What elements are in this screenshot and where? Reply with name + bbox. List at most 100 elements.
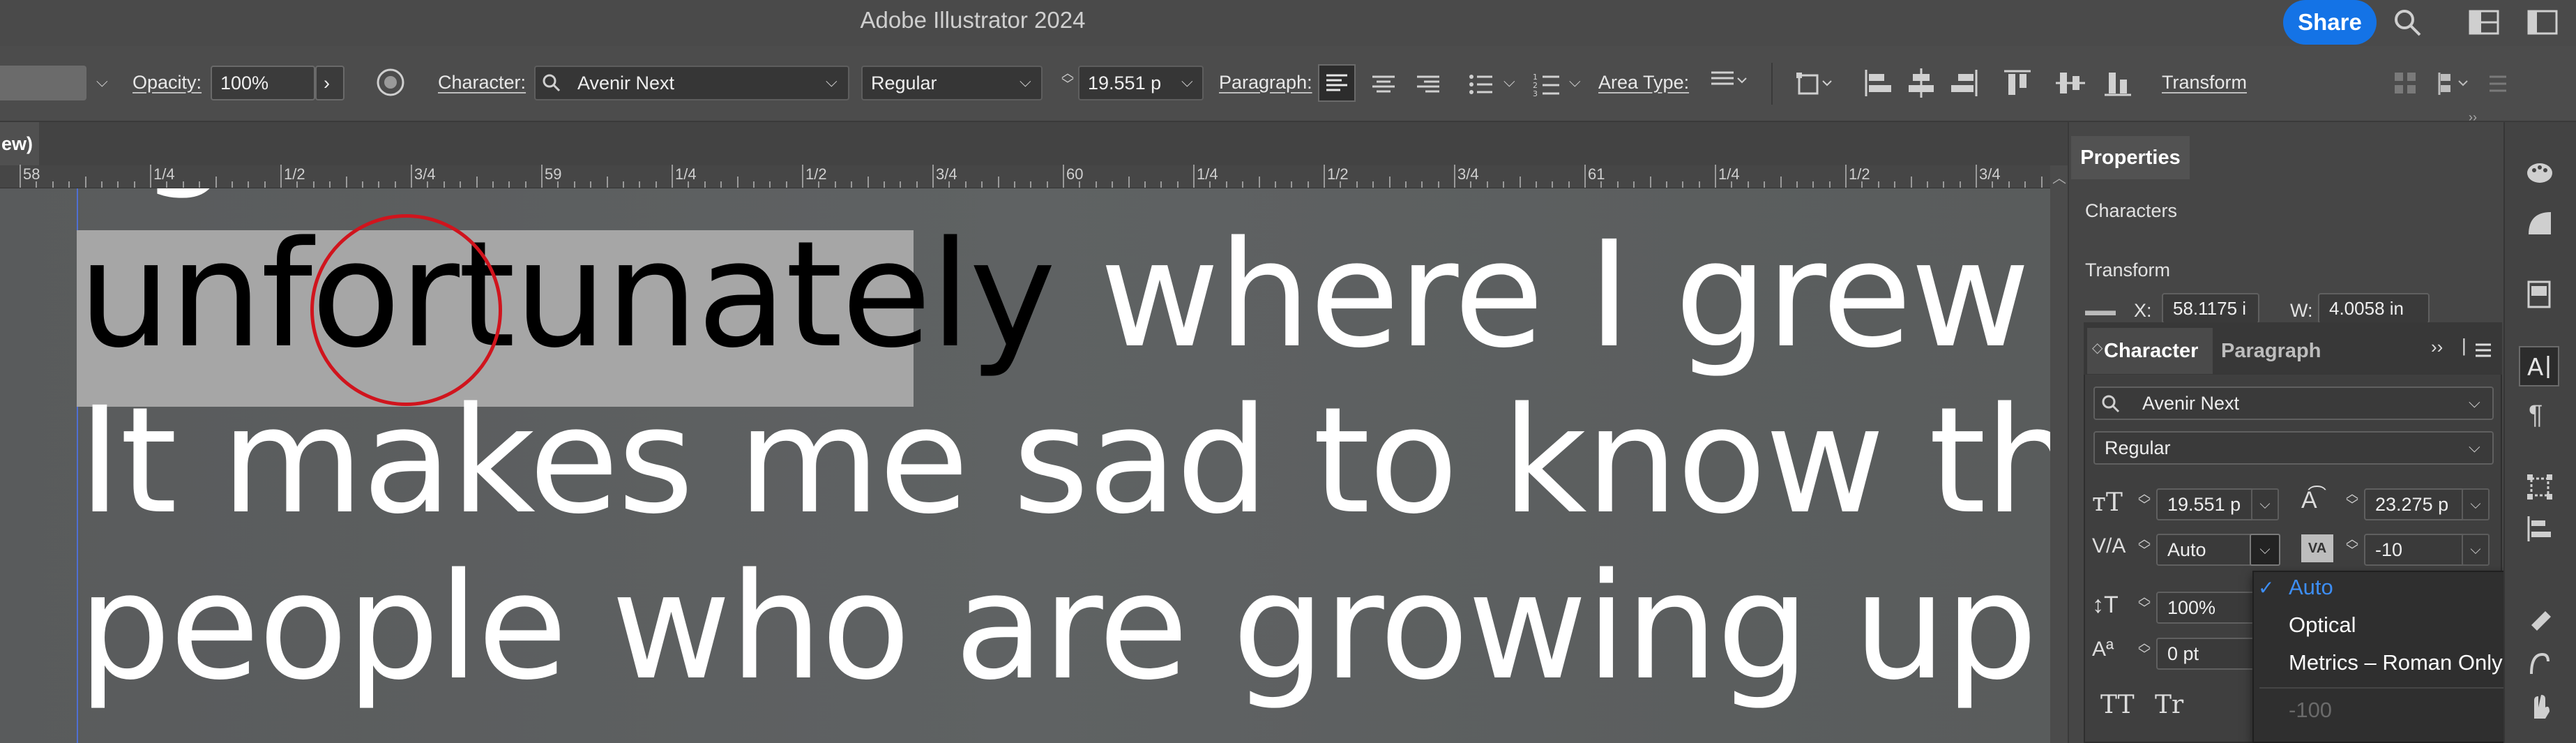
align-panel-icon[interactable] bbox=[2524, 513, 2555, 544]
leading-stepper[interactable]: ︿ ﹀ bbox=[2343, 488, 2361, 511]
text-line-partial[interactable]: g bbox=[139, 188, 232, 202]
vertical-scrollbar[interactable]: ︿ bbox=[2050, 165, 2068, 743]
kerning-option-optical[interactable]: Optical bbox=[2289, 613, 2356, 638]
paragraph-icon[interactable]: ¶ bbox=[2529, 400, 2543, 430]
font-size-stepper[interactable]: ︿ ﹀ bbox=[1059, 67, 1077, 91]
transform-object-icon[interactable] bbox=[1794, 67, 1835, 100]
panel-menu-icon[interactable] bbox=[2473, 340, 2494, 361]
tab-character[interactable]: Character bbox=[2087, 328, 2213, 374]
opacity-arrow-button[interactable]: › bbox=[315, 66, 344, 100]
color-palette-icon[interactable] bbox=[2524, 158, 2555, 188]
recolor-icon[interactable] bbox=[375, 67, 406, 98]
workspace-layout-icon[interactable] bbox=[2469, 10, 2499, 35]
w-field[interactable]: 4.0058 in bbox=[2318, 293, 2430, 324]
leading-field[interactable]: 23.275 p bbox=[2364, 488, 2469, 520]
x-field[interactable]: 58.1175 i bbox=[2162, 293, 2259, 324]
bullets-icon[interactable] bbox=[1464, 67, 1499, 102]
panel-font-family-field[interactable]: Avenir Next bbox=[2093, 386, 2494, 420]
area-type-label[interactable]: Area Type: bbox=[1598, 72, 1689, 93]
align-horizontal-centers-icon[interactable] bbox=[1904, 66, 1939, 100]
kerning-dropdown[interactable]: ⌵ bbox=[2250, 534, 2280, 566]
ruler-major-tick bbox=[1976, 165, 1977, 188]
align-top-edges-icon[interactable] bbox=[2000, 66, 2035, 100]
document-tab[interactable]: ew) bbox=[0, 122, 39, 165]
align-left-edges-icon[interactable] bbox=[1861, 66, 1895, 100]
chevron-down-icon[interactable]: ⌵ bbox=[1569, 73, 1581, 91]
hand-icon[interactable] bbox=[2524, 691, 2555, 721]
artboard-canvas[interactable]: g unfortunately where I grew up. It make… bbox=[0, 188, 2050, 743]
text-line-1-rest[interactable]: where I grew up. bbox=[1054, 209, 2050, 380]
collapse-panel-icon[interactable]: ›› bbox=[2469, 110, 2477, 125]
align-bottom-edges-icon[interactable] bbox=[2100, 66, 2135, 100]
ruler-minor-tick bbox=[1128, 177, 1130, 188]
tab-properties[interactable]: Properties bbox=[2071, 136, 2190, 179]
align-right-icon[interactable] bbox=[1411, 67, 1446, 102]
chevron-down-icon[interactable]: ⌵ bbox=[2469, 438, 2480, 456]
ruler-label: 3/4 bbox=[414, 165, 436, 183]
align-right-edges-icon[interactable] bbox=[1947, 66, 1982, 100]
chevron-down-icon[interactable]: ⌵ bbox=[1503, 73, 1515, 91]
tab-paragraph[interactable]: Paragraph bbox=[2221, 328, 2333, 374]
ruler-major-tick bbox=[280, 165, 282, 188]
paragraph-label[interactable]: Paragraph: bbox=[1219, 72, 1312, 93]
ruler-minor-tick bbox=[1812, 181, 1814, 188]
opacity-field[interactable]: 100% bbox=[211, 66, 315, 100]
scroll-up-icon[interactable]: ︿ bbox=[2052, 167, 2066, 187]
kerning-option-auto[interactable]: Auto bbox=[2289, 575, 2333, 600]
transform-icon[interactable] bbox=[2524, 472, 2555, 502]
baseline-shift-stepper[interactable]: ︿ ﹀ bbox=[2135, 637, 2153, 661]
chevron-down-icon[interactable]: ⌵ bbox=[826, 73, 838, 91]
vertical-scale-stepper[interactable]: ︿ ﹀ bbox=[2135, 591, 2153, 615]
character-label[interactable]: Character: bbox=[438, 72, 526, 93]
baseline-shift-field[interactable]: 0 pt bbox=[2156, 638, 2261, 670]
chevron-down-icon[interactable]: ⌵ bbox=[96, 73, 108, 91]
gradient-icon[interactable] bbox=[2524, 208, 2555, 239]
chevron-down-icon[interactable]: ⌵ bbox=[1181, 73, 1193, 91]
chevron-down-icon[interactable]: ⌵ bbox=[1020, 73, 1031, 91]
stroke-swatch[interactable] bbox=[0, 66, 86, 100]
numbered-list-icon[interactable]: 123 bbox=[1530, 67, 1565, 102]
tracking-stepper[interactable]: ︿ ﹀ bbox=[2343, 533, 2361, 557]
vertical-scale-field[interactable]: 100% bbox=[2156, 592, 2261, 624]
font-size-stepper[interactable]: ︿ ﹀ bbox=[2135, 488, 2153, 511]
expand-panel-icon[interactable]: ›› bbox=[2431, 336, 2443, 358]
brush-icon[interactable] bbox=[2524, 607, 2555, 638]
symbols-icon[interactable] bbox=[2524, 649, 2555, 680]
kerning-option-minus-100[interactable]: -100 bbox=[2289, 698, 2332, 723]
align-left-button[interactable] bbox=[1318, 64, 1356, 102]
area-type-options-icon[interactable] bbox=[1709, 67, 1750, 95]
characters-section-label[interactable]: Characters bbox=[2085, 200, 2177, 222]
character-panel-button[interactable]: A bbox=[2519, 346, 2559, 386]
align-vertical-centers-icon[interactable] bbox=[2053, 66, 2088, 100]
align-center-icon[interactable] bbox=[1367, 67, 1402, 102]
panel-font-style-field[interactable]: Regular bbox=[2093, 431, 2494, 465]
selected-word[interactable]: unfortunately bbox=[78, 209, 1056, 380]
text-line-2[interactable]: It makes me sad to know that bbox=[78, 375, 2050, 546]
share-button[interactable]: Share bbox=[2283, 0, 2377, 45]
transform-link[interactable]: Transform bbox=[2162, 72, 2247, 93]
search-icon[interactable] bbox=[2392, 7, 2423, 38]
all-caps-button[interactable]: TT bbox=[2100, 691, 2135, 719]
kerning-option-metrics[interactable]: Metrics – Roman Only bbox=[2289, 650, 2503, 675]
grid-icon[interactable] bbox=[2392, 70, 2420, 98]
small-caps-button[interactable]: Tr bbox=[2155, 691, 2183, 719]
kerning-stepper[interactable]: ︿ ﹀ bbox=[2135, 533, 2153, 557]
artboards-icon[interactable] bbox=[2524, 279, 2555, 310]
opacity-label[interactable]: Opacity: bbox=[132, 72, 202, 93]
kerning-field[interactable]: Auto bbox=[2156, 534, 2261, 566]
panel-toggle-icon[interactable] bbox=[2527, 10, 2558, 35]
font-family-field[interactable]: Avenir Next bbox=[534, 66, 849, 100]
text-line-3[interactable]: people who are growing up in bbox=[78, 541, 2050, 712]
distribute-icon[interactable] bbox=[2438, 70, 2473, 98]
leading-dropdown[interactable]: ⌵ bbox=[2462, 488, 2490, 520]
tracking-dropdown[interactable]: ⌵ bbox=[2462, 534, 2490, 566]
tracking-field[interactable]: -10 bbox=[2364, 534, 2469, 566]
transform-section-label[interactable]: Transform bbox=[2085, 260, 2170, 281]
font-style-field[interactable]: Regular bbox=[861, 66, 1043, 100]
panel-options-icon[interactable]: ◇ bbox=[2092, 339, 2103, 357]
ruler-minor-tick bbox=[948, 181, 950, 188]
chevron-down-icon[interactable]: ⌵ bbox=[2469, 393, 2480, 412]
font-size-dropdown[interactable]: ⌵ bbox=[2251, 488, 2279, 520]
reference-point-icon[interactable]: ▬▬ bbox=[2085, 301, 2116, 320]
menu-icon[interactable] bbox=[2484, 70, 2512, 98]
